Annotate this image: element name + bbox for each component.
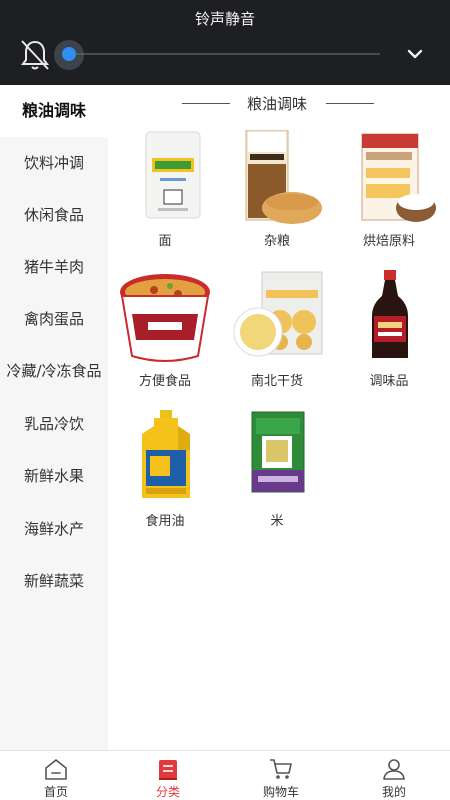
nav-label: 分类 bbox=[155, 785, 180, 799]
product-item-cooking-oil[interactable]: 食用油 bbox=[110, 410, 220, 540]
soy-sauce-bottle-icon bbox=[372, 270, 408, 358]
nav-label: 购物车 bbox=[262, 785, 299, 799]
rice-bag-icon bbox=[251, 411, 305, 493]
product-label: 米 bbox=[270, 514, 284, 529]
sidebar-item-dairy[interactable]: 乳品冷饮 bbox=[0, 398, 108, 450]
sidebar-item-vegetables[interactable]: 新鲜蔬菜 bbox=[0, 555, 108, 607]
product-item-grains[interactable]: 杂粮 bbox=[222, 130, 332, 260]
product-label: 南北干货 bbox=[250, 374, 303, 389]
product-item-dried-goods[interactable]: 南北干货 bbox=[222, 270, 332, 400]
section-title: 粮油调味 bbox=[246, 95, 307, 113]
product-label: 烘焙原料 bbox=[362, 234, 415, 249]
product-label: 食用油 bbox=[145, 514, 185, 529]
nav-label: 首页 bbox=[43, 785, 68, 799]
divider bbox=[326, 103, 374, 104]
product-label: 方便食品 bbox=[138, 374, 191, 389]
sidebar-item-poultry-eggs[interactable]: 禽肉蛋品 bbox=[0, 293, 108, 345]
dried-goods-icon bbox=[233, 271, 323, 357]
product-label: 调味品 bbox=[369, 374, 409, 389]
sidebar-item-grain-oil[interactable]: 粮油调味 bbox=[0, 85, 108, 137]
divider bbox=[182, 103, 230, 104]
section-header: 粮油调味 bbox=[180, 93, 375, 115]
category-sidebar: 粮油调味 饮料冲调 休闲食品 猪牛羊肉 禽肉蛋品 冷藏/冷冻食品 乳品冷饮 新鲜… bbox=[0, 85, 108, 750]
nav-label: 我的 bbox=[381, 785, 406, 799]
bottom-nav: 首页 分类 购物车 我的 bbox=[0, 750, 450, 800]
volume-slider-thumb[interactable] bbox=[62, 47, 76, 61]
product-item-seasoning[interactable]: 调味品 bbox=[334, 270, 444, 400]
home-icon bbox=[45, 759, 67, 780]
sidebar-item-frozen[interactable]: 冷藏/冷冻食品 bbox=[0, 345, 108, 397]
bell-muted-icon[interactable] bbox=[19, 38, 51, 72]
oil-bottle-icon bbox=[142, 410, 190, 498]
nav-item-category[interactable]: 分类 bbox=[112, 751, 224, 800]
chevron-down-icon[interactable] bbox=[405, 44, 425, 64]
product-item-rice[interactable]: 米 bbox=[222, 410, 332, 540]
sidebar-item-beverages[interactable]: 饮料冲调 bbox=[0, 137, 108, 189]
volume-title: 铃声静音 bbox=[194, 10, 255, 28]
product-item-flour[interactable]: 面 bbox=[110, 130, 220, 260]
grain-bag-icon bbox=[245, 130, 322, 224]
nav-item-profile[interactable]: 我的 bbox=[338, 751, 450, 800]
baking-mix-icon bbox=[361, 133, 436, 222]
category-icon bbox=[159, 760, 177, 780]
nav-item-home[interactable]: 首页 bbox=[0, 751, 112, 800]
volume-slider-track[interactable] bbox=[64, 53, 380, 55]
sidebar-item-fruit[interactable]: 新鲜水果 bbox=[0, 450, 108, 502]
volume-overlay: 铃声静音 bbox=[0, 0, 450, 85]
cart-icon bbox=[270, 759, 292, 779]
user-icon bbox=[383, 759, 405, 780]
flour-bag-icon bbox=[145, 131, 201, 219]
product-item-instant-food[interactable]: 方便食品 bbox=[110, 270, 220, 400]
product-label: 杂粮 bbox=[263, 234, 290, 249]
sidebar-item-meat[interactable]: 猪牛羊肉 bbox=[0, 241, 108, 293]
sidebar-item-seafood[interactable]: 海鲜水产 bbox=[0, 503, 108, 555]
sidebar-item-snacks[interactable]: 休闲食品 bbox=[0, 189, 108, 241]
nav-item-cart[interactable]: 购物车 bbox=[225, 751, 337, 800]
product-item-baking[interactable]: 烘焙原料 bbox=[334, 130, 444, 260]
instant-noodle-cup-icon bbox=[120, 274, 210, 362]
product-label: 面 bbox=[158, 234, 172, 249]
